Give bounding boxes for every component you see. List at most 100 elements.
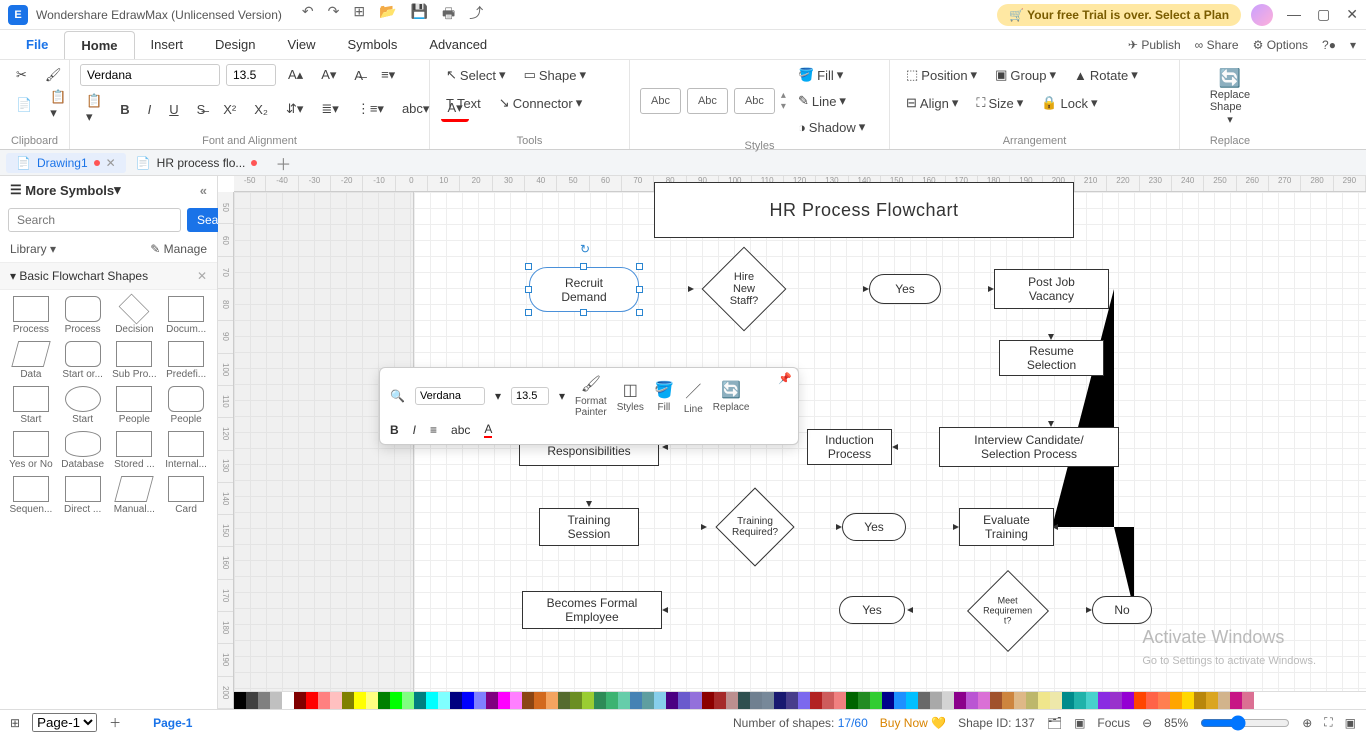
color-swatch[interactable] <box>366 692 378 709</box>
color-swatch[interactable] <box>1038 692 1050 709</box>
color-swatch[interactable] <box>1122 692 1134 709</box>
hamburger-icon[interactable]: ☰ <box>10 182 22 198</box>
minimize-icon[interactable]: — <box>1287 6 1301 23</box>
color-swatch[interactable] <box>582 692 594 709</box>
node-formal-employee[interactable]: Becomes Formal Employee <box>522 591 662 629</box>
color-swatch[interactable] <box>378 692 390 709</box>
menu-home[interactable]: Home <box>64 31 134 59</box>
selection-handle[interactable] <box>636 286 643 293</box>
underline-icon[interactable]: U <box>163 99 184 120</box>
color-swatch[interactable] <box>294 692 306 709</box>
user-avatar[interactable] <box>1251 4 1273 26</box>
shape-palette-item[interactable]: Sub Pro... <box>110 341 160 380</box>
color-swatch[interactable] <box>570 692 582 709</box>
menu-design[interactable]: Design <box>199 31 271 58</box>
shape-palette-item[interactable]: People <box>161 386 211 425</box>
add-page-icon[interactable]: ＋ <box>109 714 121 731</box>
color-swatch[interactable] <box>1194 692 1206 709</box>
node-resume[interactable]: Resume Selection <box>999 340 1104 376</box>
color-swatch[interactable] <box>1206 692 1218 709</box>
shape-palette-item[interactable]: Sequen... <box>6 476 56 515</box>
selection-handle[interactable] <box>580 309 587 316</box>
more-symbols-button[interactable]: More Symbols <box>25 183 114 198</box>
shape-palette-item[interactable]: Database <box>58 431 108 470</box>
strike-icon[interactable]: S̶ <box>191 99 212 120</box>
close-icon[interactable]: ✕ <box>1346 6 1358 23</box>
color-swatch[interactable] <box>798 692 810 709</box>
shape-palette-item[interactable]: Manual... <box>110 476 160 515</box>
format-brush-icon[interactable]: 🖌 <box>39 64 68 86</box>
selection-handle[interactable] <box>636 263 643 270</box>
color-swatch[interactable] <box>1134 692 1146 709</box>
menu-symbols[interactable]: Symbols <box>331 31 413 58</box>
color-swatch[interactable] <box>270 692 282 709</box>
canvas[interactable]: -50-40-30-20-100102030405060708090100110… <box>218 176 1366 709</box>
color-swatch[interactable] <box>918 692 930 709</box>
color-swatch[interactable] <box>486 692 498 709</box>
color-swatch[interactable] <box>258 692 270 709</box>
close-panel-icon[interactable]: ✕ <box>197 269 207 283</box>
select-tool[interactable]: ↖ Select▾ <box>440 64 512 86</box>
bold-icon[interactable]: B <box>114 99 135 120</box>
shape-palette-item[interactable]: Stored ... <box>110 431 160 470</box>
color-swatch[interactable] <box>318 692 330 709</box>
subscript-icon[interactable]: X₂ <box>248 99 274 120</box>
node-induction[interactable]: Induction Process <box>807 429 892 465</box>
shape-palette-item[interactable]: Process <box>6 296 56 335</box>
group-button[interactable]: ▣ Group▾ <box>989 64 1062 86</box>
connector-tool[interactable]: ↘ Connector▾ <box>493 92 588 114</box>
color-swatch[interactable] <box>846 692 858 709</box>
text-effect-icon[interactable]: abc <box>451 423 470 437</box>
color-swatch[interactable] <box>1074 692 1086 709</box>
color-swatch[interactable] <box>990 692 1002 709</box>
shape-palette-item[interactable]: Card <box>161 476 211 515</box>
color-swatch[interactable] <box>414 692 426 709</box>
color-swatch[interactable] <box>1218 692 1230 709</box>
help-icon[interactable]: ?● <box>1322 38 1336 52</box>
cut-icon[interactable]: ✂ <box>10 64 33 86</box>
color-swatch[interactable] <box>954 692 966 709</box>
node-no[interactable]: No <box>1092 596 1152 624</box>
library-dropdown[interactable]: Library ▾ <box>10 242 56 256</box>
selection-handle[interactable] <box>525 263 532 270</box>
color-swatch[interactable] <box>750 692 762 709</box>
color-swatch[interactable] <box>738 692 750 709</box>
paste-dropdown-icon[interactable]: 📋▾ <box>80 90 108 128</box>
line-button[interactable]: ✎ Line▾ <box>792 90 871 112</box>
color-swatch[interactable] <box>762 692 774 709</box>
style-preview-2[interactable]: Abc <box>687 88 728 114</box>
close-tab-icon[interactable]: ✕ <box>106 156 116 170</box>
node-yes-3[interactable]: Yes <box>839 596 905 624</box>
undo-icon[interactable]: ↶ <box>302 3 314 27</box>
shape-palette-item[interactable]: Internal... <box>161 431 211 470</box>
shape-palette-item[interactable]: Predefi... <box>161 341 211 380</box>
shape-palette-item[interactable]: Process <box>58 296 108 335</box>
node-meet-requirement[interactable]: Meet Requiremen t? <box>967 570 1049 652</box>
color-swatch[interactable] <box>462 692 474 709</box>
numbering-icon[interactable]: ⋮≡▾ <box>351 98 390 120</box>
rotate-handle-icon[interactable]: ↻ <box>580 242 590 256</box>
selection-handle[interactable] <box>525 309 532 316</box>
color-swatch[interactable] <box>438 692 450 709</box>
save-icon[interactable]: 💾 <box>411 3 428 27</box>
color-swatch[interactable] <box>1026 692 1038 709</box>
color-swatch[interactable] <box>558 692 570 709</box>
shape-palette-item[interactable]: Yes or No <box>6 431 56 470</box>
grow-font-icon[interactable]: A▴ <box>282 64 309 86</box>
node-training-session[interactable]: Training Session <box>539 508 639 546</box>
color-swatch[interactable] <box>546 692 558 709</box>
color-swatch[interactable] <box>870 692 882 709</box>
node-yes-2[interactable]: Yes <box>842 513 906 541</box>
canvas-background[interactable]: HR Process Flowchart Recruit Demand ↻ Hi… <box>234 192 1366 691</box>
font-size-combo[interactable] <box>226 64 276 86</box>
shape-palette-item[interactable]: People <box>110 386 160 425</box>
color-swatch[interactable] <box>402 692 414 709</box>
color-swatch[interactable] <box>978 692 990 709</box>
print-icon[interactable]: 🖶 <box>442 3 455 27</box>
node-post-job[interactable]: Post Job Vacancy <box>994 269 1109 309</box>
color-swatch[interactable] <box>1062 692 1074 709</box>
open-icon[interactable]: 📂 <box>379 3 396 27</box>
shape-palette-item[interactable]: Start <box>58 386 108 425</box>
lock-button[interactable]: 🔒 Lock▾ <box>1035 92 1103 114</box>
superscript-icon[interactable]: X² <box>217 99 242 120</box>
